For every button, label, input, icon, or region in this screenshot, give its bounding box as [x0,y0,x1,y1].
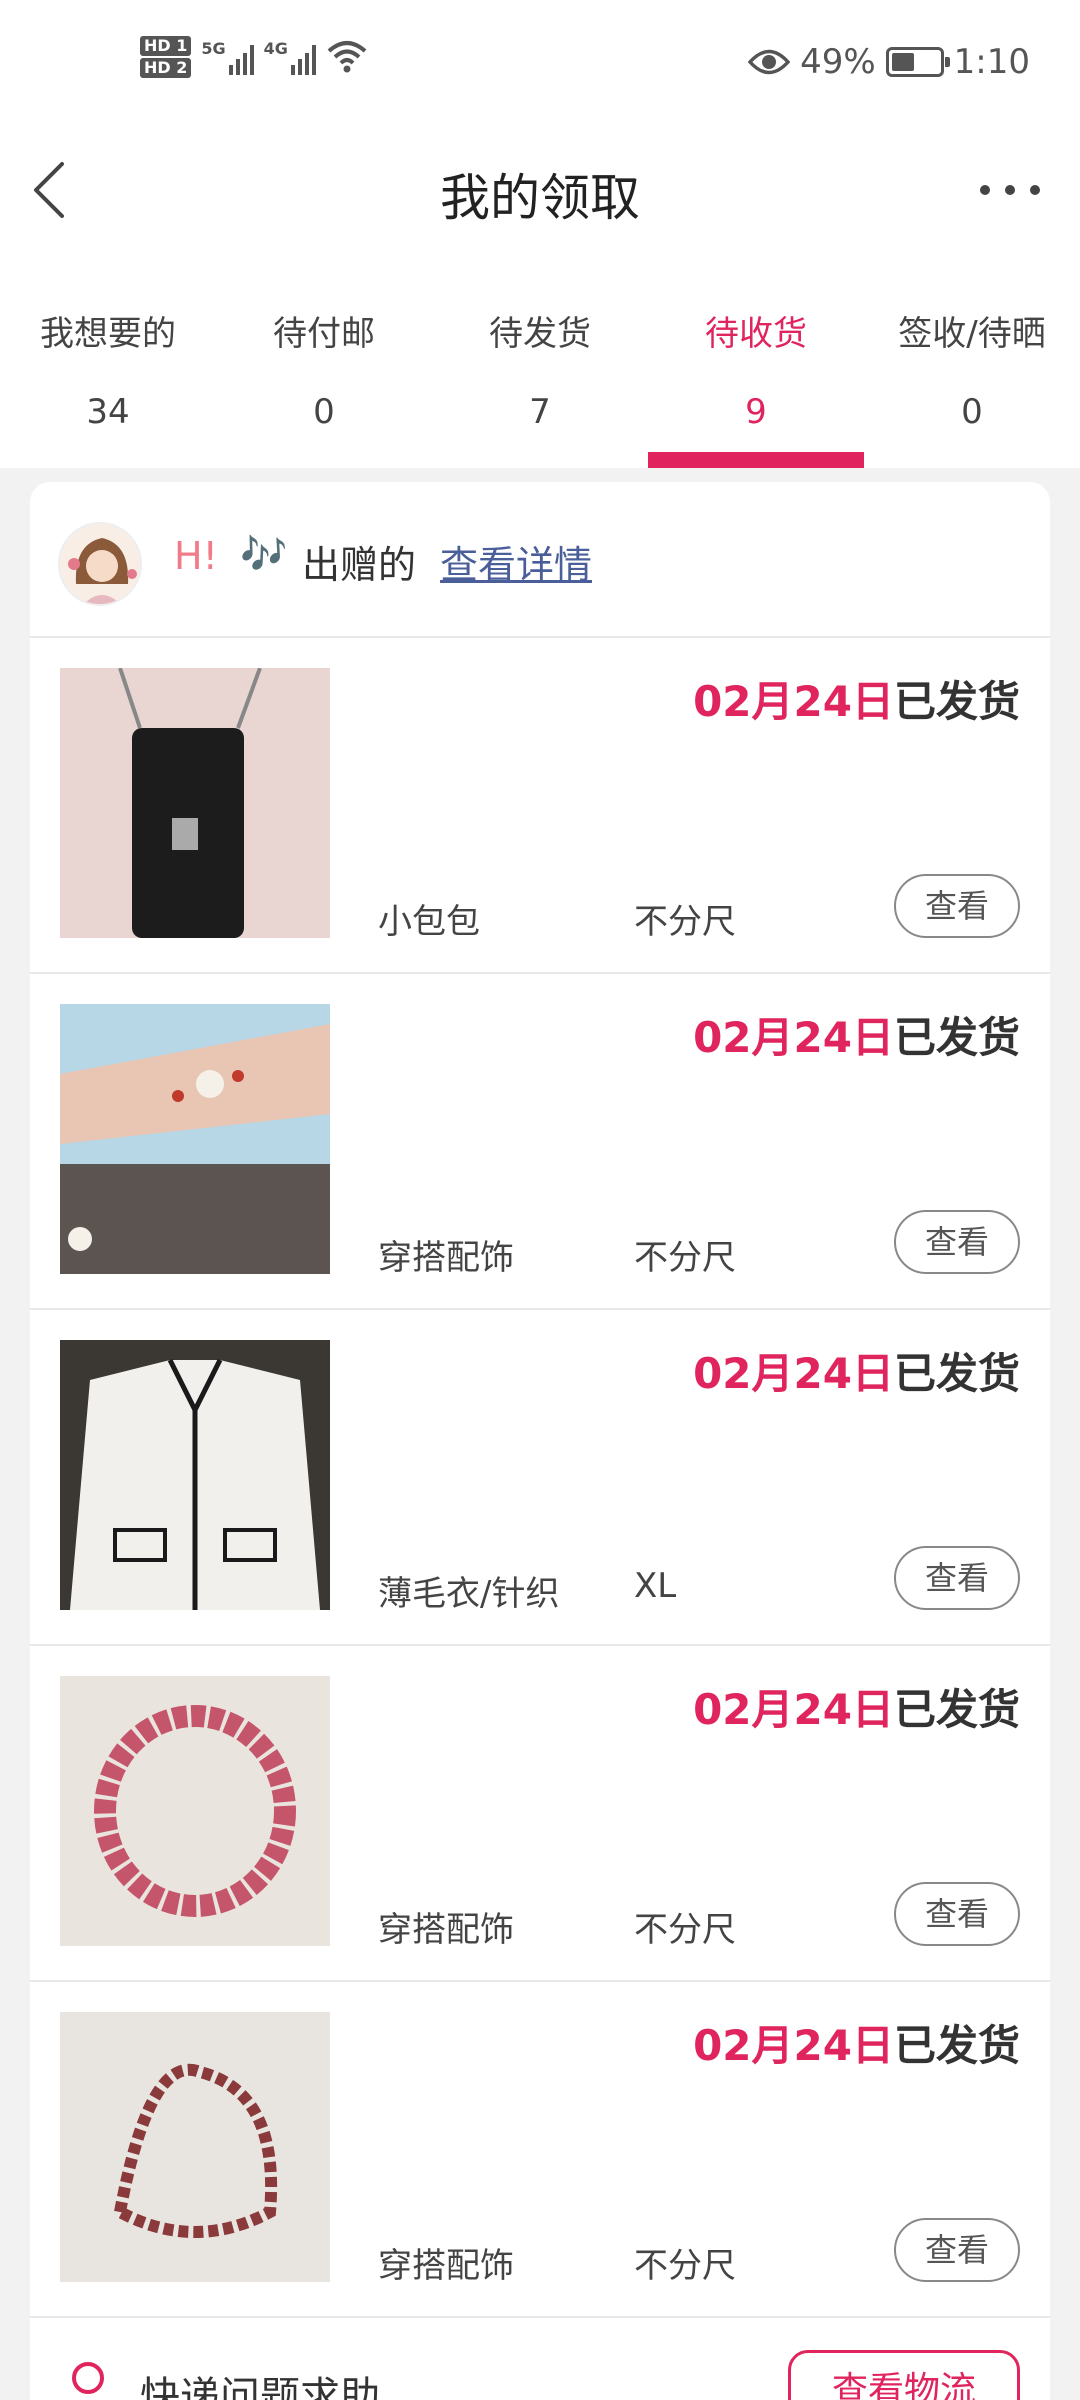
list-item[interactable]: 02月24日已发货 小包包 不分尺 查看 [30,638,1050,974]
given-by-label: 出赠的 [302,543,417,587]
date-text: 02月24日 [693,1013,894,1062]
item-thumbnail[interactable] [60,668,330,938]
cardigan-icon [60,1340,330,1610]
battery-percent: 49% [800,42,876,82]
ship-date: 02月24日已发货 [693,1340,1020,1401]
tab-label: 待收货 [705,314,807,354]
signal-area: HD 1 HD 2 5G 4G [140,36,368,78]
view-button[interactable]: 查看 [894,1210,1020,1274]
tab-count: 0 [961,392,983,432]
date-text: 02月24日 [693,677,894,726]
more-dots-icon [980,185,990,195]
music-note-icon: 🎶 [240,532,288,576]
tab-label: 签收/待晒 [898,314,1046,354]
tab-label: 待发货 [489,314,591,354]
sim2-badge: HD 2 [140,58,192,78]
ship-date: 02月24日已发货 [693,668,1020,729]
tab-pending-postage[interactable]: 待付邮 0 [216,250,432,468]
eye-icon [748,49,791,75]
item-category: 穿搭配饰 [378,1238,514,1278]
header: 我的领取 [0,130,1080,250]
tab-label: 待付邮 [273,314,375,354]
order-card: H! 🎶 出赠的 查看详情 02月24日已发货 小包包 不分尺 查看 02月24… [30,482,1050,2400]
view-button[interactable]: 查看 [894,874,1020,938]
ship-date: 02月24日已发货 [693,1004,1020,1065]
tab-label: 我想要的 [40,314,176,354]
item-size: 不分尺 [634,902,736,942]
view-details-link[interactable]: 查看详情 [440,534,592,589]
item-category: 穿搭配饰 [378,1910,514,1950]
item-size: 不分尺 [634,2246,736,2286]
list-item[interactable]: 02月24日已发货 穿搭配饰 不分尺 查看 [30,1646,1050,1982]
signal-4g-icon: 4G [264,39,316,75]
item-category: 穿搭配饰 [378,2246,514,2286]
tab-received[interactable]: 签收/待晒 0 [864,250,1080,468]
black-bag-icon [60,668,330,938]
ship-date: 02月24日已发货 [693,1676,1020,1737]
status-tabs: 我想要的 34 待付邮 0 待发货 7 待收货 9 签收/待晒 0 [0,250,1080,468]
page-title: 我的领取 [440,169,640,227]
battery-icon [885,47,950,77]
bead-bracelet-icon [60,2012,330,2282]
list-item[interactable]: 02月24日已发货 薄毛衣/针织 XL 查看 [30,1310,1050,1646]
view-button[interactable]: 查看 [894,1546,1020,1610]
sim1-badge: HD 1 [140,36,192,56]
date-text: 02月24日 [693,1685,894,1734]
view-logistics-button[interactable]: 查看物流 [788,2350,1020,2400]
more-button[interactable] [980,175,1040,205]
net1-label: 5G [201,39,226,58]
ship-status: 已发货 [893,1013,1020,1062]
delivery-help-row: 快递问题求助 查看物流 [30,2320,1050,2400]
ship-status: 已发货 [893,1685,1020,1734]
tab-count: 34 [86,392,130,432]
ship-status: 已发货 [893,1349,1020,1398]
item-thumbnail[interactable] [60,1004,330,1274]
wifi-icon [327,41,367,73]
active-tab-indicator [648,452,864,468]
item-category: 小包包 [378,902,480,942]
item-thumbnail[interactable] [60,1340,330,1610]
ship-status: 已发货 [893,677,1020,726]
sim-badges: HD 1 HD 2 [140,36,192,78]
net2-label: 4G [263,39,288,58]
pink-bracelet-icon [60,1676,330,1946]
tab-pending-shipment[interactable]: 待发货 7 [432,250,648,468]
avatar-illustration [60,524,140,604]
item-category: 薄毛衣/针织 [378,1574,560,1614]
tab-pending-receipt[interactable]: 待收货 9 [648,250,864,468]
delivery-help-text[interactable]: 快递问题求助 [140,2364,380,2400]
date-text: 02月24日 [693,1349,894,1398]
ship-date: 02月24日已发货 [693,2012,1020,2073]
status-right: 49% 1:10 [748,42,1030,82]
signal-5g-icon: 5G [201,39,254,75]
item-size: XL [634,1566,677,1606]
view-button[interactable]: 查看 [894,2218,1020,2282]
tab-want[interactable]: 我想要的 34 [0,250,216,468]
list-item[interactable]: 02月24日已发货 穿搭配饰 不分尺 查看 [30,974,1050,1310]
status-bar: HD 1 HD 2 5G 4G 49% 1:10 [0,0,1080,130]
item-thumbnail[interactable] [60,2012,330,2282]
date-text: 02月24日 [693,2021,894,2070]
tab-count: 9 [745,392,767,432]
item-size: 不分尺 [634,1910,736,1950]
tab-count: 7 [529,392,551,432]
location-pin-icon [72,2362,104,2394]
giver-row: H! 🎶 出赠的 查看详情 [30,482,1050,638]
avatar[interactable] [58,522,142,606]
tab-count: 0 [313,392,335,432]
list-item[interactable]: 02月24日已发货 穿搭配饰 不分尺 查看 [30,1982,1050,2318]
view-button[interactable]: 查看 [894,1882,1020,1946]
item-size: 不分尺 [634,1238,736,1278]
ship-status: 已发货 [893,2021,1020,2070]
item-thumbnail[interactable] [60,1676,330,1946]
clock: 1:10 [953,42,1030,82]
greeting-text: H! [174,534,218,578]
bracelet-on-wrist-icon [60,1004,330,1274]
battery-fill [891,53,915,71]
